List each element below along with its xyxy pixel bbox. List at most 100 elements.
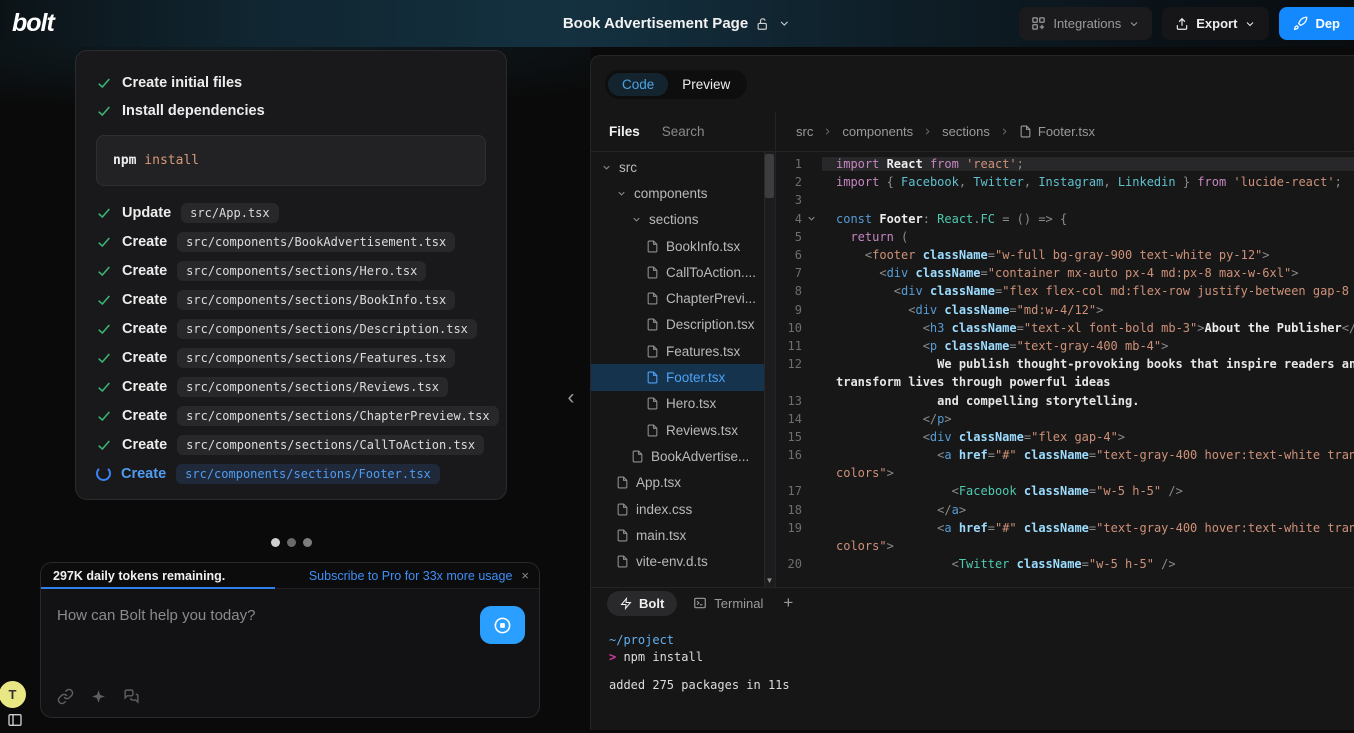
- code-token: >: [1291, 266, 1298, 280]
- tree-folder-components[interactable]: components: [591, 180, 775, 206]
- code-line-content: <footer className="w-full bg-gray-900 te…: [822, 248, 1354, 262]
- unlock-icon: [756, 17, 770, 31]
- file-task-path[interactable]: src/components/sections/ChapterPreview.t…: [177, 406, 498, 426]
- chat-panel: Create initial filesInstall dependencies…: [0, 47, 590, 730]
- file-icon: [616, 476, 629, 489]
- code-token: className: [923, 284, 995, 298]
- stop-circle-icon: [493, 616, 512, 635]
- scrollbar-down-arrow[interactable]: ▼: [765, 576, 774, 585]
- code-line-content: </p>: [822, 412, 1354, 426]
- file-tree-scrollbar[interactable]: ▼: [764, 152, 775, 587]
- tree-file-bookadvertise-[interactable]: BookAdvertise...: [591, 443, 775, 469]
- line-number: 9: [776, 303, 822, 317]
- file-task-path[interactable]: src/App.tsx: [181, 203, 278, 223]
- code-editor[interactable]: 1import React from 'react';2import { Fac…: [776, 152, 1354, 587]
- tree-file-footer-tsx[interactable]: Footer.tsx: [591, 364, 775, 390]
- breadcrumb-label: components: [842, 124, 913, 139]
- file-task-path[interactable]: src/components/sections/BookInfo.tsx: [177, 290, 455, 310]
- breadcrumb-item[interactable]: components: [842, 124, 913, 139]
- chevron-down-icon: [1128, 18, 1140, 30]
- view-mode-toggle: Code Preview: [605, 70, 747, 99]
- sparkles-icon[interactable]: [90, 688, 107, 705]
- close-icon[interactable]: ×: [521, 568, 529, 583]
- code-token: =: [1017, 321, 1024, 335]
- export-button[interactable]: Export: [1162, 7, 1269, 40]
- deploy-button[interactable]: Dep: [1279, 7, 1354, 40]
- tree-file-index-css[interactable]: index.css: [591, 496, 775, 522]
- code-token: />: [1154, 557, 1176, 571]
- code-token: "w-5 h-5": [1096, 484, 1161, 498]
- tab-bolt-terminal[interactable]: Bolt: [607, 591, 677, 616]
- code-line: 19 <a href="#" className="text-gray-400 …: [776, 519, 1354, 537]
- add-terminal-button[interactable]: +: [779, 593, 797, 613]
- tree-file-hero-tsx[interactable]: Hero.tsx: [591, 391, 775, 417]
- tree-item-label: BookAdvertise...: [651, 449, 749, 464]
- line-number: 16: [776, 448, 822, 462]
- pagination-dot[interactable]: [287, 538, 296, 547]
- fold-chevron-icon[interactable]: [806, 213, 818, 224]
- chevron-down-icon: [616, 188, 627, 199]
- collapse-chat-handle[interactable]: ‹: [558, 385, 584, 411]
- code-token: className: [1017, 521, 1089, 535]
- scrollbar-thumb[interactable]: [765, 154, 774, 198]
- code-line: transform lives through powerful ideas: [776, 373, 1354, 391]
- code-line: 7 <div className="container mx-auto px-4…: [776, 264, 1354, 282]
- tab-search[interactable]: Search: [662, 124, 705, 139]
- tab-files[interactable]: Files: [609, 124, 640, 139]
- tree-file-app-tsx[interactable]: App.tsx: [591, 470, 775, 496]
- file-task-path[interactable]: src/components/sections/Hero.tsx: [177, 261, 426, 281]
- tree-file-bookinfo-tsx[interactable]: BookInfo.tsx: [591, 233, 775, 259]
- stop-generation-button[interactable]: [480, 606, 525, 644]
- line-number: 19: [776, 521, 822, 535]
- code-token: 'react': [959, 157, 1017, 171]
- code-token: from: [930, 157, 959, 171]
- tab-terminal[interactable]: Terminal: [693, 596, 763, 611]
- check-icon: [96, 234, 112, 250]
- file-icon: [646, 424, 659, 437]
- code-token: import: [836, 157, 879, 171]
- attach-link-icon[interactable]: [57, 688, 74, 705]
- check-icon: [96, 350, 112, 366]
- code-token: >: [959, 503, 966, 517]
- tree-file-features-tsx[interactable]: Features.tsx: [591, 338, 775, 364]
- file-task-path[interactable]: src/components/BookAdvertisement.tsx: [177, 232, 455, 252]
- code-token: >: [887, 466, 894, 480]
- terminal-output[interactable]: ~/project > npm install added 275 packag…: [591, 618, 1354, 730]
- tree-file-reviews-tsx[interactable]: Reviews.tsx: [591, 417, 775, 443]
- file-icon: [631, 450, 644, 463]
- line-number: 12: [776, 357, 822, 371]
- subscribe-pro-link[interactable]: Subscribe to Pro for 33x more usage: [309, 569, 513, 583]
- file-task-path[interactable]: src/components/sections/Features.tsx: [177, 348, 455, 368]
- bolt-logo[interactable]: bolt: [0, 9, 54, 38]
- tree-folder-src[interactable]: src: [591, 154, 775, 180]
- workbench-header: Code Preview: [591, 56, 1354, 112]
- pagination-dot[interactable]: [303, 538, 312, 547]
- breadcrumb-item[interactable]: sections: [942, 124, 990, 139]
- file-task-path[interactable]: src/components/sections/Footer.tsx: [176, 464, 440, 484]
- breadcrumb-item[interactable]: Footer.tsx: [1019, 124, 1095, 139]
- file-task-path[interactable]: src/components/sections/Description.tsx: [177, 319, 477, 339]
- tree-file-chapterprevi-[interactable]: ChapterPrevi...: [591, 285, 775, 311]
- chat-input[interactable]: How can Bolt help you today?: [41, 589, 539, 624]
- tab-code[interactable]: Code: [608, 73, 668, 96]
- tree-file-vite-env-d-ts[interactable]: vite-env.d.ts: [591, 548, 775, 574]
- main-region: Create initial filesInstall dependencies…: [0, 47, 1354, 730]
- tree-folder-sections[interactable]: sections: [591, 207, 775, 233]
- tree-file-description-tsx[interactable]: Description.tsx: [591, 312, 775, 338]
- workbench-panel: Code Preview Files Search srccomponentss…: [590, 55, 1354, 730]
- project-title-menu[interactable]: Book Advertisement Page: [563, 15, 791, 32]
- chat-bubbles-icon[interactable]: [123, 688, 140, 705]
- tree-file-calltoaction-[interactable]: CallToAction....: [591, 259, 775, 285]
- avatar[interactable]: T: [0, 681, 26, 708]
- integrations-button[interactable]: Integrations: [1019, 7, 1152, 40]
- file-task-path[interactable]: src/components/sections/CallToAction.tsx: [177, 435, 484, 455]
- pagination-dot[interactable]: [271, 538, 280, 547]
- code-line: colors">: [776, 537, 1354, 555]
- tab-preview[interactable]: Preview: [668, 73, 744, 96]
- tree-file-main-tsx[interactable]: main.tsx: [591, 522, 775, 548]
- breadcrumb-item[interactable]: src: [796, 124, 813, 139]
- code-token: colors": [836, 539, 887, 553]
- code-token: =: [988, 521, 995, 535]
- command-block[interactable]: npm install: [96, 135, 486, 186]
- file-task-path[interactable]: src/components/sections/Reviews.tsx: [177, 377, 448, 397]
